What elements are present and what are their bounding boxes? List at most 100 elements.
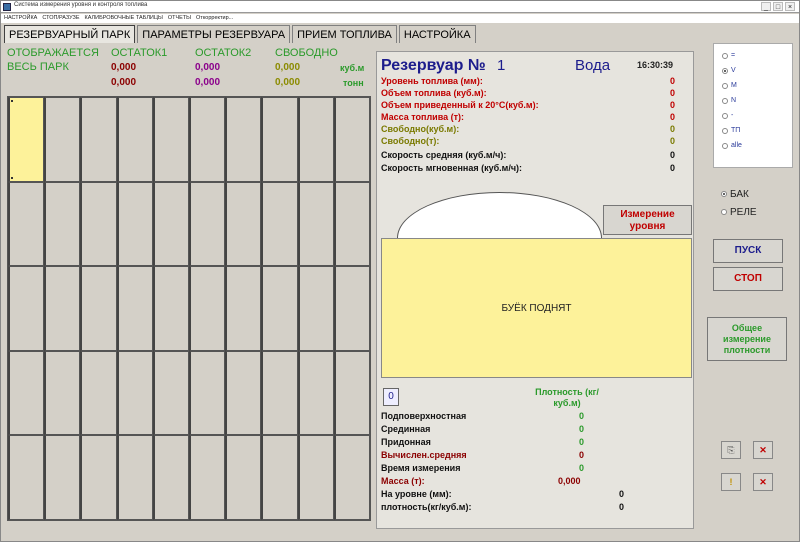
tank-cell[interactable] [333,350,370,436]
mass-label: Масса (т): [381,476,425,486]
tank-cell[interactable] [225,435,262,520]
maximize-button[interactable]: □ [773,2,783,11]
tank-cell[interactable] [8,266,45,351]
free-m3: 0,000 [275,62,301,73]
tank-cell[interactable] [80,266,117,351]
radio-option-0[interactable]: = [722,48,792,63]
tank-cell[interactable] [44,97,81,182]
measure-level-button[interactable]: Измерение уровня [603,205,692,235]
param-value-volume: 0 [669,88,675,98]
warning-icon[interactable]: ! [721,473,741,491]
density-header: Плотность (кг/куб.м) [535,387,599,408]
radio-option-3[interactable]: N [722,93,792,108]
tank-cell[interactable] [44,266,81,351]
tank-cell[interactable] [333,435,370,520]
tank-cell[interactable] [225,97,262,182]
tank-cell[interactable] [189,350,226,436]
density-at-level-value: 0 [619,502,625,512]
close-button[interactable]: × [785,2,795,11]
tab-tank-parameters[interactable]: ПАРАМЕТРЫ РЕЗЕРВУАРА [137,25,291,43]
copy-icon[interactable]: ⎘ [721,441,741,459]
tank-cell[interactable] [44,181,81,267]
start-button[interactable]: ПУСК [713,239,783,263]
tank-cell[interactable] [152,97,189,182]
radio-option-4[interactable]: - [722,108,792,123]
tank-cell[interactable] [116,266,153,351]
density-selector[interactable]: 0 [383,388,399,406]
cancel-icon[interactable]: ✕ [753,473,773,491]
tank-cell[interactable] [116,181,153,267]
tank-cell[interactable] [333,181,370,267]
tank-cell[interactable] [44,435,81,520]
tank-cell[interactable] [80,97,117,182]
menu-settings[interactable]: НАСТРОЙКА [4,14,37,23]
minimize-button[interactable]: _ [761,2,771,11]
tank-cell[interactable] [8,97,45,182]
scope-label[interactable]: ВЕСЬ ПАРК [7,61,69,73]
tank-cell[interactable] [152,435,189,520]
tank-cell[interactable] [44,350,81,436]
tank-cell[interactable] [8,435,45,520]
tab-fuel-intake[interactable]: ПРИЕМ ТОПЛИВА [292,25,397,43]
radio-option-5[interactable]: ТП [722,123,792,138]
radio-label: V [731,67,736,74]
tank-cell[interactable] [225,266,262,351]
tank-cell[interactable] [225,350,262,436]
param-value-volume20: 0 [669,100,675,110]
reservoir-product: Вода [575,57,611,74]
tank-cell[interactable] [189,435,226,520]
radio-option-2[interactable]: M [722,78,792,93]
mode-option-tank[interactable]: БАК [721,185,793,203]
tank-cell[interactable] [189,181,226,267]
tank-cell[interactable] [116,435,153,520]
delete-icon[interactable]: ✕ [753,441,773,459]
tank-grid [7,96,371,521]
tank-cell[interactable] [152,266,189,351]
tank-roof [397,192,602,238]
menu-calibration-tables[interactable]: КАЛИБРОВОЧНЫЕ ТАБЛИЦЫ [85,14,163,23]
param-label-free-m3: Свободно(куб.м): [381,124,460,134]
tank-cell[interactable] [189,97,226,182]
tank-cell[interactable] [80,350,117,436]
tank-cell[interactable] [297,97,334,182]
tank-cell[interactable] [80,435,117,520]
menu-corrected[interactable]: Откорректир... [196,14,233,23]
tank-cell[interactable] [297,435,334,520]
tab-tank-farm[interactable]: РЕЗЕРВУАРНЫЙ ПАРК [4,25,136,43]
tank-cell[interactable] [189,266,226,351]
tab-bar: РЕЗЕРВУАРНЫЙ ПАРК ПАРАМЕТРЫ РЕЗЕРВУАРА П… [4,25,478,43]
tab-settings[interactable]: НАСТРОЙКА [398,25,476,43]
radio-button-icon [722,82,728,89]
tank-cell[interactable] [152,181,189,267]
tank-cell[interactable] [116,350,153,436]
tank-cell[interactable] [261,435,298,520]
tank-cell[interactable] [297,350,334,436]
param-label-mass: Масса топлива (т): [381,112,465,122]
tank-cell[interactable] [333,266,370,351]
tank-cell[interactable] [8,181,45,267]
window-title: Система измерения уровня и контроля топл… [14,2,148,8]
general-density-button[interactable]: Общее измерение плотности [707,317,787,361]
tank-cell[interactable] [261,266,298,351]
menu-stop[interactable]: СТОП/РАЗУЗЕ [42,14,79,23]
tank-cell[interactable] [297,181,334,267]
radio-option-1[interactable]: V [722,63,792,78]
tank-cell[interactable] [261,350,298,436]
tank-cell[interactable] [297,266,334,351]
tank-cell[interactable] [261,97,298,182]
density-value-bottom: 0 [579,437,585,447]
unit-m3: куб.м [340,63,365,73]
tank-cell[interactable] [225,181,262,267]
mode-option-relay[interactable]: РЕЛЕ [721,203,793,221]
tank-cell[interactable] [333,97,370,182]
tank-cell[interactable] [152,350,189,436]
tank-cell[interactable] [261,181,298,267]
stop-button[interactable]: СТОП [713,267,783,291]
tank-cell[interactable] [8,350,45,436]
radio-button-icon [721,209,727,215]
menu-reports[interactable]: ОТЧЕТЫ [168,14,191,23]
tank-cell[interactable] [80,181,117,267]
radio-option-6[interactable]: alle [722,138,792,153]
tank-cell[interactable] [116,97,153,182]
window-controls: _ □ × [761,2,795,11]
